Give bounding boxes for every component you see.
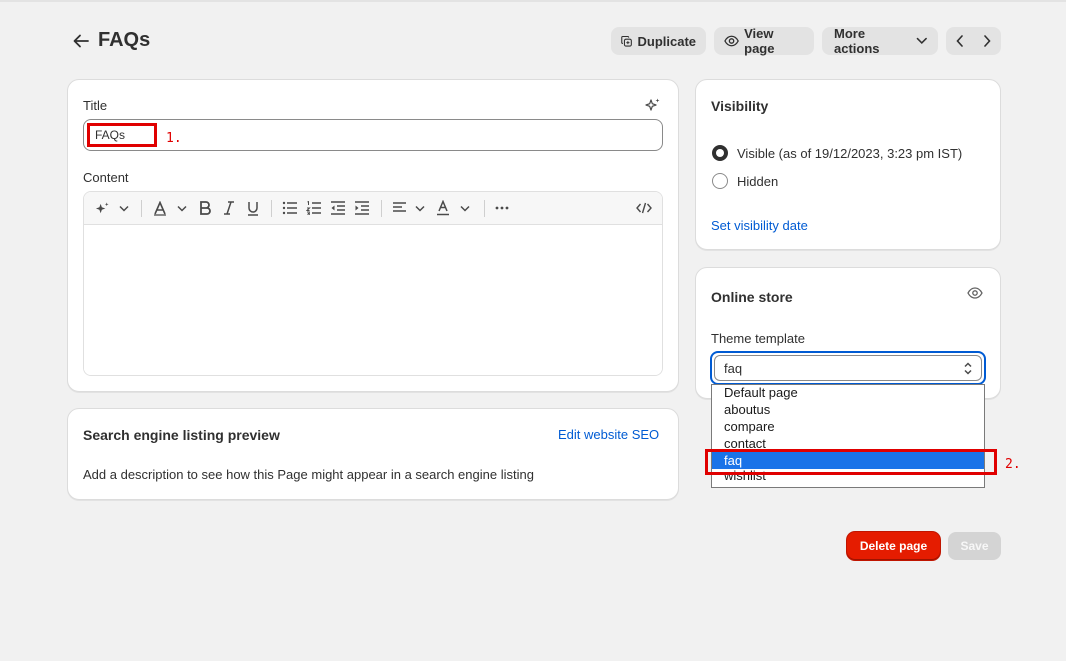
chevron-down-icon xyxy=(917,37,928,45)
theme-template-select[interactable]: faq xyxy=(710,351,986,385)
numbered-list-glyph xyxy=(306,201,321,215)
next-page-button[interactable] xyxy=(974,27,1002,55)
chevron-down-icon xyxy=(119,205,129,212)
editor-content-area[interactable] xyxy=(84,225,662,375)
align-left-glyph xyxy=(392,202,406,212)
online-store-heading: Online store xyxy=(711,289,793,305)
annotation-number-1: 1. xyxy=(166,131,182,146)
html-code-icon[interactable] xyxy=(635,199,653,217)
ai-generate-button[interactable] xyxy=(94,199,110,217)
save-button[interactable]: Save xyxy=(948,532,1001,560)
dropdown-option[interactable]: compare xyxy=(712,418,984,435)
code-glyph xyxy=(636,202,652,214)
more-formatting-icon[interactable] xyxy=(493,199,511,217)
editor-toolbar xyxy=(84,192,662,225)
italic-glyph xyxy=(224,201,234,215)
previous-page-button[interactable] xyxy=(946,27,974,55)
ai-sparkle-icon[interactable] xyxy=(645,97,661,113)
toolbar-divider xyxy=(141,200,142,217)
page-title: FAQs xyxy=(98,29,151,51)
eye-icon xyxy=(724,35,739,47)
outdent-icon[interactable] xyxy=(329,199,347,217)
theme-template-selected-value: faq xyxy=(724,361,743,376)
more-actions-button[interactable]: More actions xyxy=(822,26,938,56)
visibility-heading: Visibility xyxy=(711,98,769,114)
arrow-left-icon xyxy=(73,34,89,48)
annotation-box-1 xyxy=(87,123,157,147)
rich-text-editor xyxy=(83,191,663,376)
duplicate-button[interactable]: Duplicate xyxy=(611,27,706,55)
duplicate-label: Duplicate xyxy=(637,33,696,49)
text-color-chevron[interactable] xyxy=(459,199,471,217)
content-label: Content xyxy=(83,170,129,185)
toolbar-divider xyxy=(271,200,272,217)
toolbar-divider xyxy=(381,200,382,217)
dropdown-option[interactable]: aboutus xyxy=(712,401,984,418)
view-page-button[interactable]: View page xyxy=(714,26,814,56)
align-icon[interactable] xyxy=(390,199,408,217)
bulleted-list-icon[interactable] xyxy=(281,199,299,217)
top-divider xyxy=(0,0,1066,2)
toolbar-divider xyxy=(484,200,485,217)
chevron-right-icon xyxy=(984,35,991,47)
more-actions-label: More actions xyxy=(834,26,880,56)
page-navigation xyxy=(946,27,1001,55)
visible-radio[interactable] xyxy=(712,145,728,161)
view-page-label: View page xyxy=(744,26,775,56)
text-style-icon[interactable] xyxy=(152,199,168,217)
hidden-radio-label: Hidden xyxy=(737,174,779,189)
align-chevron[interactable] xyxy=(414,199,426,217)
annotation-box-2 xyxy=(705,449,997,475)
chevron-left-icon xyxy=(956,35,963,47)
indent-glyph xyxy=(355,201,369,215)
bulleted-list-glyph xyxy=(282,201,297,215)
delete-page-button[interactable]: Delete page xyxy=(847,532,940,560)
chevron-up-down-icon xyxy=(964,362,972,375)
edit-website-seo-link[interactable]: Edit website SEO xyxy=(558,427,659,442)
ai-menu-chevron[interactable] xyxy=(118,199,130,217)
chevron-down-icon xyxy=(415,205,425,212)
seo-description: Add a description to see how this Page m… xyxy=(83,467,534,482)
bold-glyph xyxy=(200,201,211,215)
text-style-icon-glyph xyxy=(154,200,166,216)
hidden-radio[interactable] xyxy=(712,173,728,189)
chevron-down-icon xyxy=(177,205,187,212)
annotation-number-2: 2. xyxy=(1005,457,1021,472)
underline-icon[interactable] xyxy=(245,199,261,217)
seo-heading: Search engine listing preview xyxy=(83,427,280,443)
set-visibility-date-link[interactable]: Set visibility date xyxy=(711,218,808,233)
text-style-chevron[interactable] xyxy=(176,199,188,217)
title-label: Title xyxy=(83,98,108,113)
seo-card xyxy=(67,408,679,500)
outdent-glyph xyxy=(331,201,345,215)
underline-glyph xyxy=(248,201,258,216)
ai-sparkle-icon xyxy=(95,201,109,213)
dropdown-option[interactable]: Default page xyxy=(712,385,984,401)
text-color-glyph xyxy=(437,200,449,216)
italic-icon[interactable] xyxy=(221,199,237,217)
eye-icon[interactable] xyxy=(967,287,983,299)
indent-icon[interactable] xyxy=(353,199,371,217)
numbered-list-icon[interactable] xyxy=(305,199,323,217)
theme-template-label: Theme template xyxy=(711,331,805,346)
bold-icon[interactable] xyxy=(197,199,213,217)
ellipsis-glyph xyxy=(495,206,509,210)
visible-radio-label: Visible (as of 19/12/2023, 3:23 pm IST) xyxy=(737,146,963,161)
chevron-down-icon xyxy=(460,205,470,212)
back-button[interactable] xyxy=(70,31,92,51)
duplicate-icon xyxy=(621,35,632,47)
text-color-icon[interactable] xyxy=(435,199,451,217)
